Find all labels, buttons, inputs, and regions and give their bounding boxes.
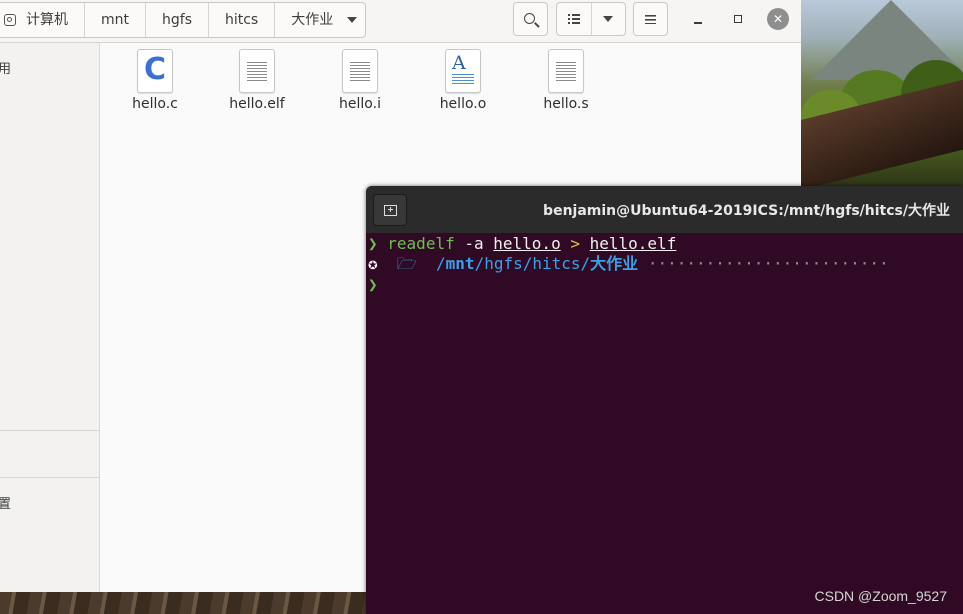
file-item[interactable]: C hello.c — [105, 49, 205, 112]
breadcrumb-hgfs[interactable]: hgfs — [146, 3, 209, 37]
sidebar-item-partial[interactable]: 置 — [0, 493, 11, 512]
cwd-prefix: / — [436, 254, 446, 273]
breadcrumb-hitcs[interactable]: hitcs — [209, 3, 276, 37]
file-name: hello.elf — [229, 96, 285, 112]
close-button[interactable]: ✕ — [767, 8, 789, 30]
file-item[interactable]: A hello.o — [413, 49, 513, 112]
text-file-icon — [342, 49, 378, 93]
ubuntu-logo-icon: ✪ — [368, 254, 378, 273]
text-file-icon — [239, 49, 275, 93]
terminal-line-prompt: ❯ — [368, 275, 378, 295]
maximize-button[interactable] — [727, 8, 749, 30]
command-output-file: hello.elf — [589, 234, 677, 253]
breadcrumb-label: 计算机 — [26, 12, 68, 28]
file-item[interactable]: hello.s — [516, 49, 616, 112]
file-name: hello.s — [543, 96, 589, 112]
view-options-group — [556, 2, 626, 36]
sidebar: 用 置 — [0, 43, 100, 592]
file-name: hello.o — [439, 96, 487, 112]
breadcrumb-label: mnt — [101, 12, 129, 28]
terminal-line-command: ❯ readelf -a hello.o > hello.elf — [368, 234, 676, 254]
chevron-down-icon — [347, 17, 358, 23]
terminal-window[interactable]: benjamin@Ubuntu64-2019ICS:/mnt/hgfs/hitc… — [366, 186, 963, 614]
maximize-icon — [734, 15, 742, 23]
list-view-button[interactable] — [557, 3, 592, 35]
menu-button[interactable] — [633, 2, 668, 36]
breadcrumb-computer[interactable]: 计算机 — [0, 3, 85, 37]
list-view-icon — [567, 14, 580, 24]
sidebar-divider — [0, 430, 99, 431]
cwd-rest: /hgfs/hitcs/ — [474, 254, 591, 273]
breadcrumb-label: 大作业 — [291, 12, 334, 28]
command-name: readelf — [387, 234, 455, 253]
command-flag: -a — [464, 234, 484, 253]
prompt-symbol: ❯ — [368, 275, 378, 294]
chevron-down-icon — [603, 16, 614, 22]
view-dropdown-button[interactable] — [592, 3, 626, 35]
breadcrumb: 计算机 mnt hgfs hitcs 大作业 — [0, 2, 367, 38]
terminal-title: benjamin@Ubuntu64-2019ICS:/mnt/hgfs/hitc… — [543, 203, 950, 219]
close-icon: ✕ — [772, 12, 784, 26]
file-item[interactable]: hello.elf — [207, 49, 307, 112]
wallpaper-floor — [0, 592, 366, 614]
file-manager-headerbar: 计算机 mnt hgfs hitcs 大作业 ✕ — [0, 0, 801, 43]
search-button[interactable] — [513, 2, 548, 36]
drive-icon — [4, 14, 16, 26]
minimize-icon — [694, 22, 702, 24]
cwd-bold: mnt — [445, 254, 475, 273]
command-redirect: > — [570, 234, 580, 253]
cwd-last: 大作业 — [590, 254, 639, 273]
file-item[interactable]: hello.i — [310, 49, 410, 112]
breadcrumb-current[interactable]: 大作业 — [275, 3, 365, 37]
sidebar-divider — [0, 477, 99, 478]
new-tab-button[interactable] — [373, 194, 407, 226]
command-input-file: hello.o — [493, 234, 561, 253]
object-file-icon: A — [445, 49, 481, 93]
file-name: hello.c — [132, 96, 178, 112]
sidebar-item-partial[interactable]: 用 — [0, 58, 11, 77]
breadcrumb-label: hitcs — [224, 12, 259, 28]
prompt-symbol: ❯ — [368, 234, 378, 253]
terminal-line-cwd: ✪ 🗁 /mnt/hgfs/hitcs/大作业 ················… — [368, 254, 889, 274]
search-icon — [524, 12, 535, 24]
breadcrumb-label: hgfs — [162, 12, 192, 28]
wallpaper-photo — [801, 0, 963, 190]
text-file-icon — [548, 49, 584, 93]
breadcrumb-mnt[interactable]: mnt — [85, 3, 146, 37]
hamburger-menu-icon — [645, 14, 656, 24]
minimize-button[interactable] — [687, 8, 709, 30]
terminal-headerbar: benjamin@Ubuntu64-2019ICS:/mnt/hgfs/hitc… — [366, 186, 963, 233]
file-name: hello.i — [339, 96, 381, 112]
folder-open-icon: 🗁 — [396, 254, 417, 273]
watermark: CSDN @Zoom_9527 — [814, 588, 948, 604]
prompt-fill-dots: ························· — [647, 254, 889, 273]
c-source-file-icon: C — [137, 49, 173, 93]
new-tab-icon — [383, 204, 397, 216]
